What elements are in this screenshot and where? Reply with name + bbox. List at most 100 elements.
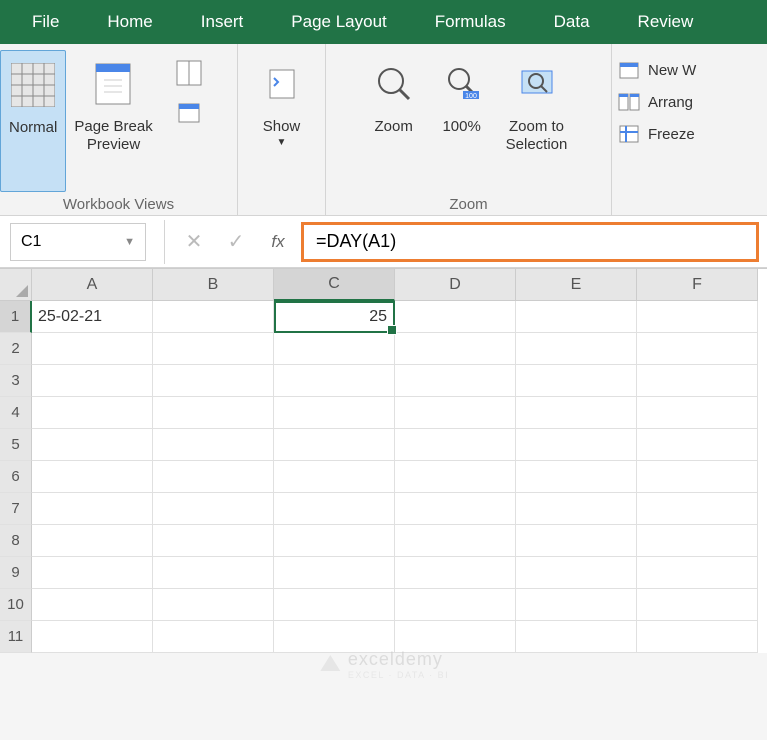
col-header-f[interactable]: F [637,269,758,301]
cell-E8[interactable] [516,525,637,557]
col-header-d[interactable]: D [395,269,516,301]
cell-E1[interactable] [516,301,637,333]
cell-E5[interactable] [516,429,637,461]
cell-B5[interactable] [153,429,274,461]
cell-C8[interactable] [274,525,395,557]
insert-function-button[interactable]: fx [257,223,299,261]
cancel-button[interactable]: ✕ [173,223,215,261]
row-header-7[interactable]: 7 [0,493,32,525]
row-header-5[interactable]: 5 [0,429,32,461]
cell-C2[interactable] [274,333,395,365]
cell-C7[interactable] [274,493,395,525]
cell-F4[interactable] [637,397,758,429]
cell-E9[interactable] [516,557,637,589]
cell-A10[interactable] [32,589,153,621]
cell-D4[interactable] [395,397,516,429]
cell-F8[interactable] [637,525,758,557]
cell-C10[interactable] [274,589,395,621]
cell-E4[interactable] [516,397,637,429]
zoom-button[interactable]: Zoom [362,50,426,192]
cell-B7[interactable] [153,493,274,525]
show-button[interactable]: Show ▼ [250,50,314,192]
cell-F2[interactable] [637,333,758,365]
cell-A5[interactable] [32,429,153,461]
cell-C4[interactable] [274,397,395,429]
cell-A9[interactable] [32,557,153,589]
cell-A7[interactable] [32,493,153,525]
cell-C6[interactable] [274,461,395,493]
cell-E7[interactable] [516,493,637,525]
cell-B9[interactable] [153,557,274,589]
cell-A1[interactable]: 25-02-21 [32,301,153,333]
page-layout-button[interactable] [165,54,213,92]
col-header-b[interactable]: B [153,269,274,301]
cell-D10[interactable] [395,589,516,621]
tab-home[interactable]: Home [83,0,176,44]
cell-D3[interactable] [395,365,516,397]
cell-D1[interactable] [395,301,516,333]
row-header-2[interactable]: 2 [0,333,32,365]
cell-E11[interactable] [516,621,637,653]
custom-views-button[interactable] [165,94,213,132]
tab-review[interactable]: Review [614,0,718,44]
cell-C9[interactable] [274,557,395,589]
row-header-4[interactable]: 4 [0,397,32,429]
cell-B8[interactable] [153,525,274,557]
cell-A11[interactable] [32,621,153,653]
row-header-9[interactable]: 9 [0,557,32,589]
cell-E6[interactable] [516,461,637,493]
col-header-c[interactable]: C [274,269,395,301]
tab-data[interactable]: Data [530,0,614,44]
row-header-10[interactable]: 10 [0,589,32,621]
tab-file[interactable]: File [8,0,83,44]
cell-E2[interactable] [516,333,637,365]
name-box[interactable]: C1 ▼ [10,223,146,261]
col-header-a[interactable]: A [32,269,153,301]
zoom-to-selection-button[interactable]: Zoom to Selection [498,50,576,192]
cell-F10[interactable] [637,589,758,621]
cell-D7[interactable] [395,493,516,525]
cell-F3[interactable] [637,365,758,397]
cell-A8[interactable] [32,525,153,557]
cell-F7[interactable] [637,493,758,525]
row-header-6[interactable]: 6 [0,461,32,493]
zoom-100-button[interactable]: 100 100% [430,50,494,192]
row-header-11[interactable]: 11 [0,621,32,653]
cell-D9[interactable] [395,557,516,589]
cell-B4[interactable] [153,397,274,429]
cell-F5[interactable] [637,429,758,461]
page-break-preview-button[interactable]: Page Break Preview [66,50,160,192]
row-header-3[interactable]: 3 [0,365,32,397]
cell-B2[interactable] [153,333,274,365]
formula-input[interactable]: =DAY(A1) [301,222,759,262]
arrange-all-button[interactable]: Arrang [618,92,761,112]
tab-formulas[interactable]: Formulas [411,0,530,44]
cell-E3[interactable] [516,365,637,397]
cell-C3[interactable] [274,365,395,397]
cell-A4[interactable] [32,397,153,429]
cell-F9[interactable] [637,557,758,589]
cell-B3[interactable] [153,365,274,397]
cell-D6[interactable] [395,461,516,493]
cell-E10[interactable] [516,589,637,621]
cell-B6[interactable] [153,461,274,493]
cell-C5[interactable] [274,429,395,461]
cell-F1[interactable] [637,301,758,333]
col-header-e[interactable]: E [516,269,637,301]
new-window-button[interactable]: New W [618,60,761,80]
cell-A3[interactable] [32,365,153,397]
tab-insert[interactable]: Insert [177,0,268,44]
row-header-8[interactable]: 8 [0,525,32,557]
cell-F6[interactable] [637,461,758,493]
row-header-1[interactable]: 1 [0,301,32,333]
normal-view-button[interactable]: Normal [0,50,66,192]
cell-F11[interactable] [637,621,758,653]
cell-B10[interactable] [153,589,274,621]
cell-D2[interactable] [395,333,516,365]
cell-C1[interactable]: 25 [274,301,395,333]
cell-D8[interactable] [395,525,516,557]
cell-B11[interactable] [153,621,274,653]
freeze-panes-button[interactable]: Freeze [618,124,761,144]
tab-page-layout[interactable]: Page Layout [267,0,410,44]
select-all-button[interactable] [0,269,32,301]
